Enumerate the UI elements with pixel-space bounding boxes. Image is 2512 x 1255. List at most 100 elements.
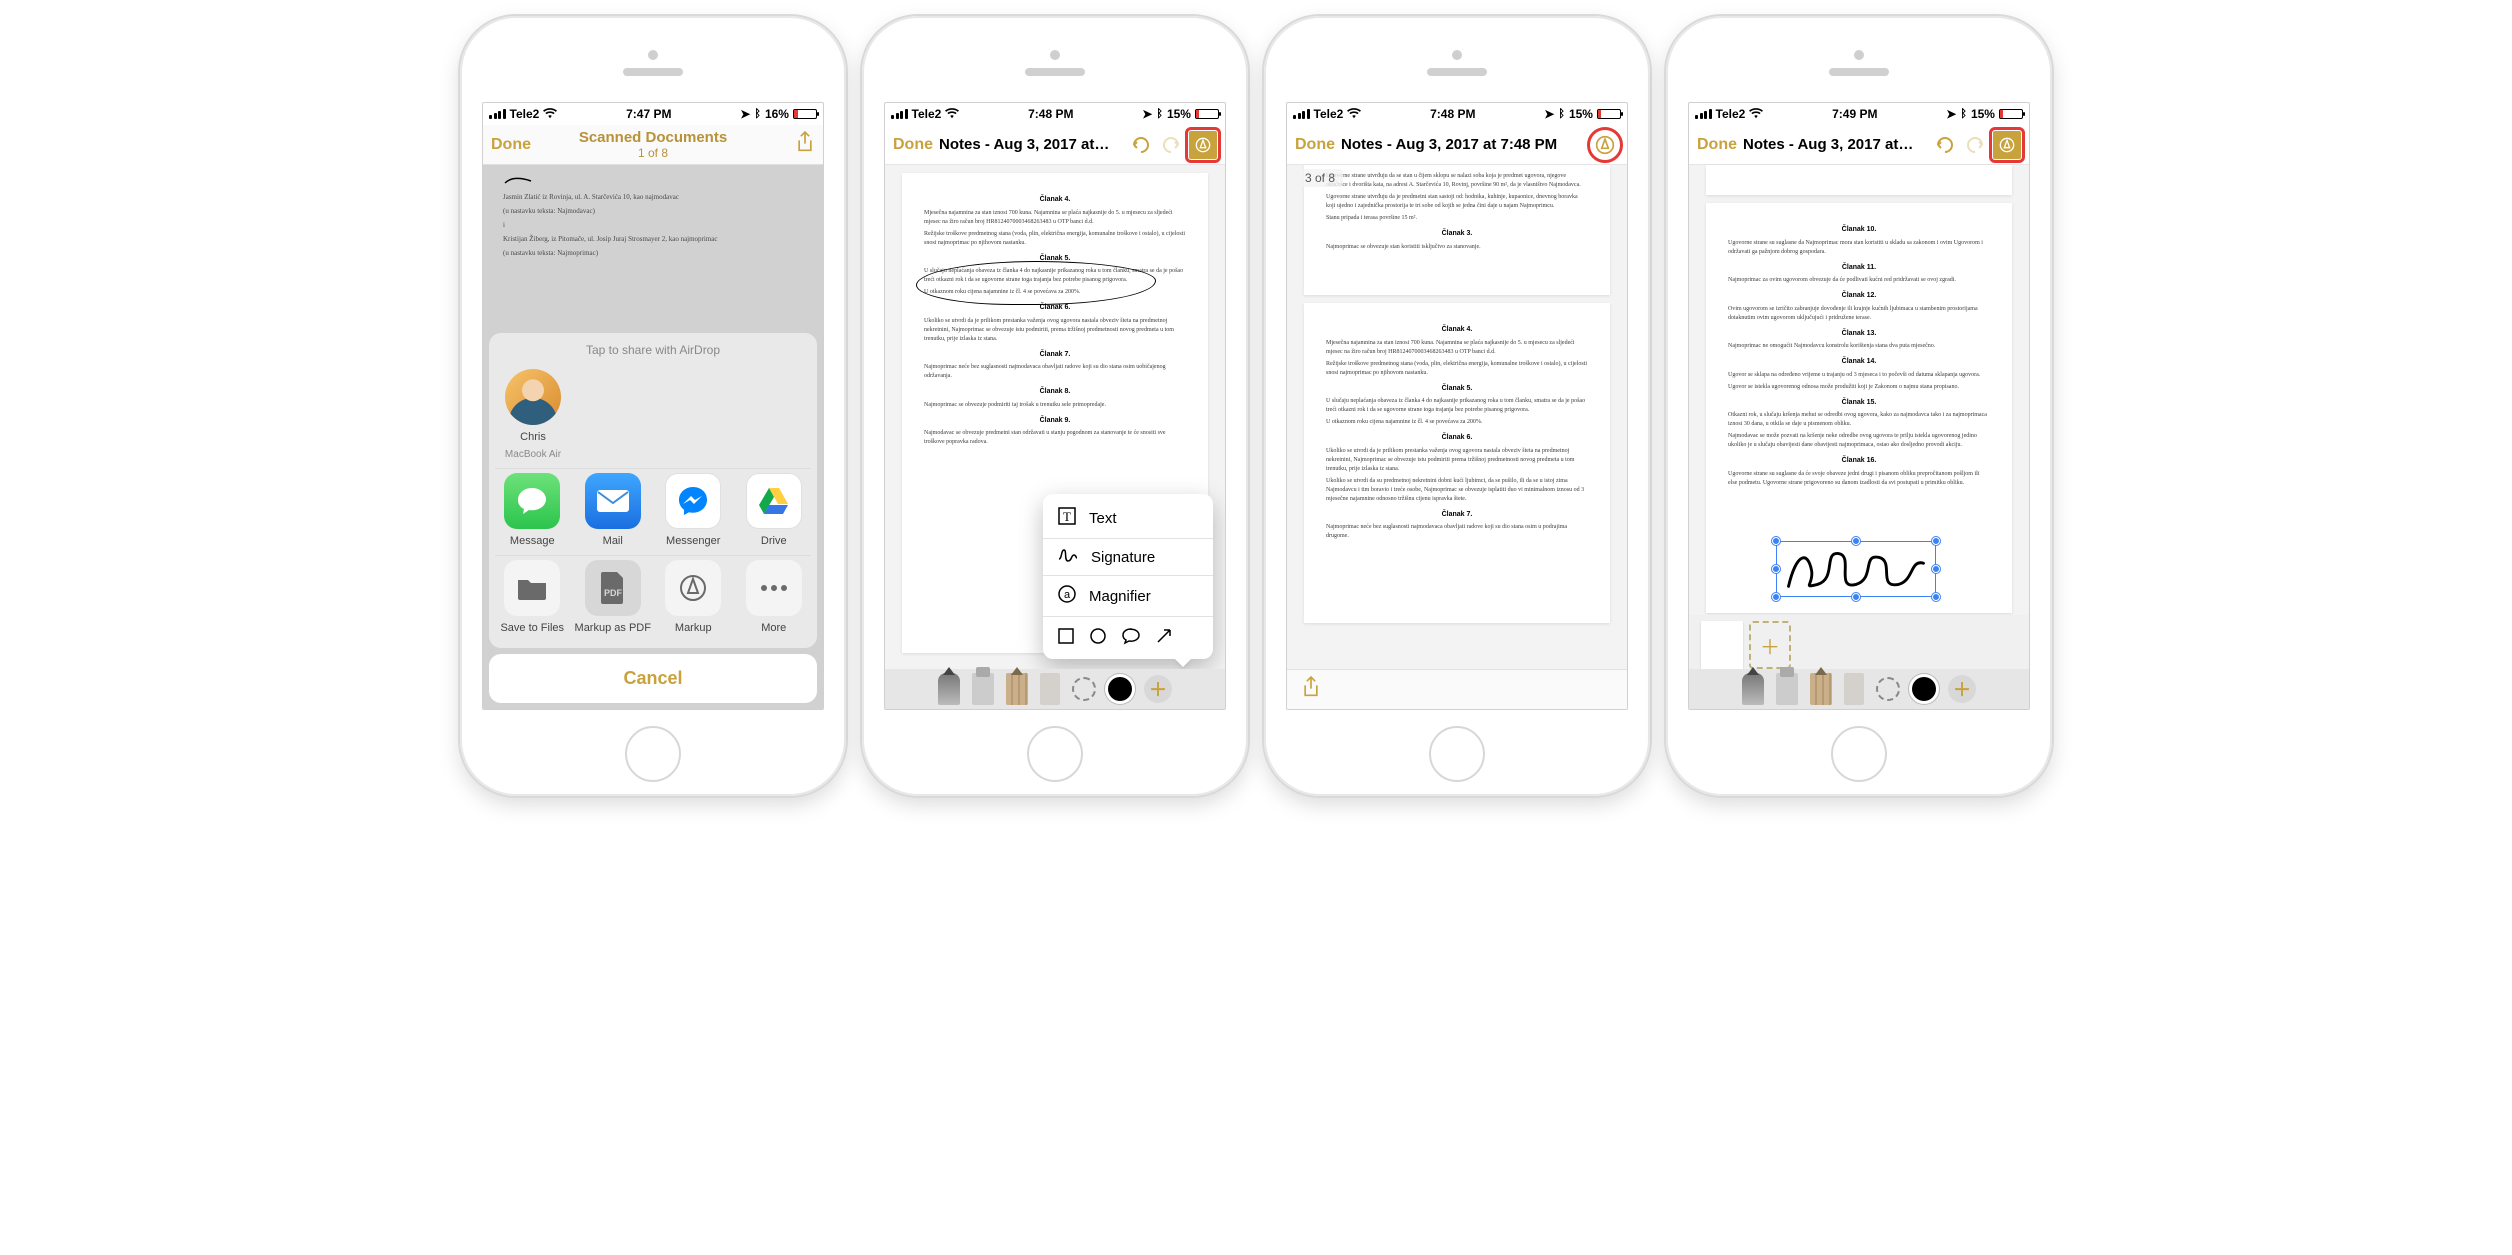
magnifier-icon: a xyxy=(1057,584,1077,608)
color-picker[interactable] xyxy=(1912,677,1936,701)
pen-tool[interactable] xyxy=(1742,673,1764,705)
shape-arrow[interactable] xyxy=(1155,627,1173,645)
battery-icon xyxy=(1597,109,1621,119)
done-button[interactable]: Done xyxy=(491,136,531,154)
scanned-document-view[interactable]: Jasmin Zlatić iz Rovinja, ul. A. Starčev… xyxy=(483,165,823,709)
share-app-message[interactable]: Message xyxy=(493,473,572,547)
action-save-to-files[interactable]: Save to Files xyxy=(493,560,572,634)
eraser-tool[interactable] xyxy=(1844,673,1864,705)
document-scroll-view[interactable]: 3 of 8 Ugovorne strane utvrđuju da se st… xyxy=(1287,165,1627,709)
add-page-button[interactable]: ＋ xyxy=(1749,621,1791,669)
popover-item-magnifier[interactable]: a Magnifier xyxy=(1043,576,1213,616)
home-button[interactable] xyxy=(625,726,681,782)
share-app-drive[interactable]: Drive xyxy=(735,473,814,547)
done-button[interactable]: Done xyxy=(893,136,933,154)
pdf-icon: PDF xyxy=(585,560,641,616)
pencil-tool[interactable] xyxy=(1810,673,1832,705)
doc-section-title: Članak 9. xyxy=(924,416,1186,427)
nav-title: Scanned Documents xyxy=(483,129,823,146)
lasso-tool[interactable] xyxy=(1072,677,1096,701)
page-thumbnails[interactable]: ＋ xyxy=(1689,615,2029,675)
redo-button[interactable] xyxy=(1963,133,1987,157)
doc-section-title: Članak 7. xyxy=(924,350,1186,361)
done-button[interactable]: Done xyxy=(1697,136,1737,154)
doc-section-title: Članak 16. xyxy=(1728,456,1990,467)
signature-icon xyxy=(1057,547,1079,567)
doc-section-title: Članak 15. xyxy=(1728,398,1990,409)
action-markup-as-pdf[interactable]: PDF Markup as PDF xyxy=(574,560,653,634)
pencil-tool[interactable] xyxy=(1006,673,1028,705)
signature-selection[interactable] xyxy=(1776,541,1936,597)
popover-item-signature[interactable]: Signature xyxy=(1043,539,1213,575)
doc-section-title: Članak 6. xyxy=(1326,433,1588,444)
document-view[interactable]: Članak 10. Ugovorne strane su suglasne d… xyxy=(1689,165,2029,709)
markup-toggle-button[interactable] xyxy=(1189,131,1217,159)
nav-bar: Done Notes - Aug 3, 2017 at 7:48 PM xyxy=(1287,125,1627,165)
location-icon: ➤ xyxy=(740,107,750,121)
page-thumb[interactable] xyxy=(1701,621,1743,669)
undo-button[interactable] xyxy=(1129,133,1153,157)
signal-icon xyxy=(891,109,908,119)
airdrop-contact[interactable]: Chris MacBook Air xyxy=(493,369,573,460)
share-app-mail[interactable]: Mail xyxy=(574,473,653,547)
cancel-button[interactable]: Cancel xyxy=(489,654,817,703)
share-button[interactable] xyxy=(1301,675,1321,704)
phone-document-list: Tele2 7:48 PM ➤ ᛒ 15% Done Notes - Aug 3… xyxy=(1264,16,1650,796)
bluetooth-icon: ᛒ xyxy=(1558,108,1565,120)
status-time: 7:48 PM xyxy=(1430,107,1475,121)
shape-speech-bubble[interactable] xyxy=(1121,627,1141,645)
doc-section-title: Članak 12. xyxy=(1728,291,1990,302)
popover-item-text[interactable]: T Text xyxy=(1043,498,1213,538)
nav-title: Notes - Aug 3, 2017 at… xyxy=(939,136,1123,153)
home-button[interactable] xyxy=(1831,726,1887,782)
status-bar: Tele2 7:47 PM ➤ ᛒ 16% xyxy=(483,103,823,125)
phone-signature: Tele2 7:49 PM ➤ ᛒ 15% Done Notes - Aug 3… xyxy=(1666,16,2052,796)
text-icon: T xyxy=(1057,506,1077,530)
status-time: 7:47 PM xyxy=(626,107,671,121)
share-sheet: Tap to share with AirDrop Chris MacBook … xyxy=(489,333,817,703)
home-button[interactable] xyxy=(1027,726,1083,782)
svg-text:T: T xyxy=(1063,509,1071,524)
doc-section-title: Članak 14. xyxy=(1728,357,1990,368)
done-button[interactable]: Done xyxy=(1295,136,1335,154)
add-annotation-button[interactable]: ＋ xyxy=(1144,675,1172,703)
shape-circle[interactable] xyxy=(1089,627,1107,645)
share-button[interactable] xyxy=(795,130,815,159)
location-icon: ➤ xyxy=(1142,107,1152,121)
phone-share-sheet: Tele2 7:47 PM ➤ ᛒ 16% Done Scanned Docum… xyxy=(460,16,846,796)
marker-tool[interactable] xyxy=(972,673,994,705)
nav-bar: Done Notes - Aug 3, 2017 at… xyxy=(1689,125,2029,165)
markup-toolbar: ＋ xyxy=(885,669,1225,709)
add-annotation-button[interactable]: ＋ xyxy=(1948,675,1976,703)
bottom-toolbar xyxy=(1287,669,1627,709)
status-carrier: Tele2 xyxy=(1716,107,1746,121)
redo-button[interactable] xyxy=(1159,133,1183,157)
wifi-icon xyxy=(1749,107,1763,122)
messenger-icon xyxy=(665,473,721,529)
nav-title: Notes - Aug 3, 2017 at 7:48 PM xyxy=(1341,136,1585,153)
device-speaker xyxy=(623,50,683,76)
signal-icon xyxy=(1293,109,1310,119)
eraser-tool[interactable] xyxy=(1040,673,1060,705)
status-bar: Tele2 7:48 PM ➤ ᛒ 15% xyxy=(885,103,1225,125)
home-button[interactable] xyxy=(1429,726,1485,782)
location-icon: ➤ xyxy=(1946,107,1956,121)
device-speaker xyxy=(1829,50,1889,76)
battery-icon xyxy=(1999,109,2023,119)
undo-button[interactable] xyxy=(1933,133,1957,157)
color-picker[interactable] xyxy=(1108,677,1132,701)
marker-tool[interactable] xyxy=(1776,673,1798,705)
pen-tool[interactable] xyxy=(938,673,960,705)
lasso-tool[interactable] xyxy=(1876,677,1900,701)
phone-markup-add-menu: Tele2 7:48 PM ➤ ᛒ 15% Done Notes - Aug 3… xyxy=(862,16,1248,796)
status-battery-pct: 16% xyxy=(765,107,789,121)
shape-square[interactable] xyxy=(1057,627,1075,645)
document-view[interactable]: Članak 4. Mjesečna najamnina za stan izn… xyxy=(885,165,1225,709)
more-icon xyxy=(746,560,802,616)
annotation-circle xyxy=(916,261,1156,305)
share-app-messenger[interactable]: Messenger xyxy=(654,473,733,547)
markup-toggle-button[interactable] xyxy=(1591,131,1619,159)
markup-toggle-button[interactable] xyxy=(1993,131,2021,159)
action-markup[interactable]: Markup xyxy=(654,560,733,634)
action-more[interactable]: More xyxy=(735,560,814,634)
